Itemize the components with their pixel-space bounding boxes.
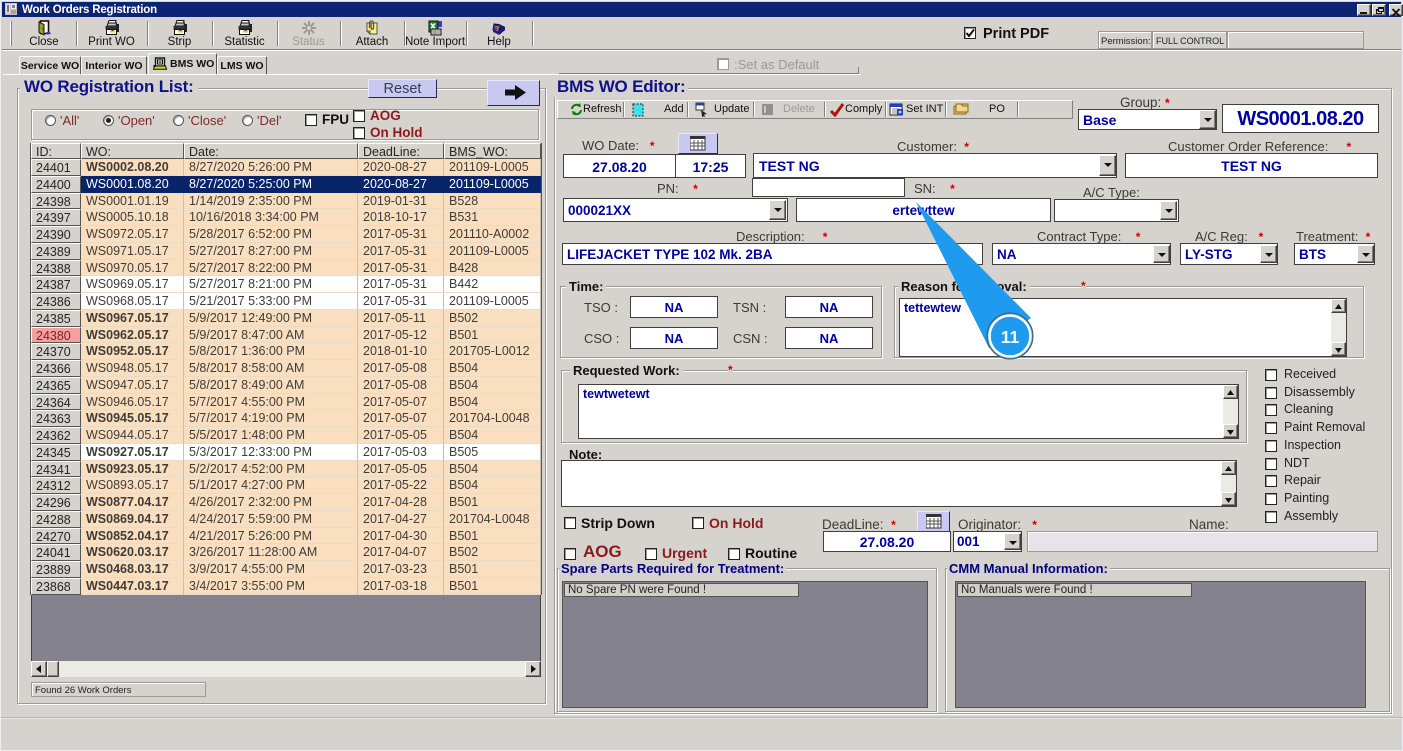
svg-text:11: 11	[1001, 327, 1020, 347]
svg-text:?: ?	[495, 24, 500, 33]
